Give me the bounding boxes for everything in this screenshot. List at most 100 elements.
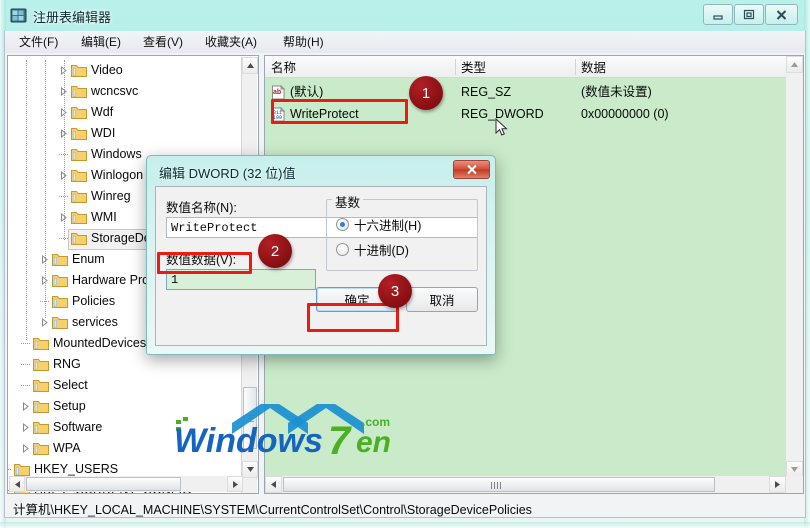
tree-item-software[interactable]: Software <box>8 417 240 438</box>
tree-item-select[interactable]: Select <box>8 375 240 396</box>
maximize-button[interactable] <box>734 4 764 25</box>
radio-hexadecimal[interactable] <box>336 218 349 231</box>
tree-item-wcncsvc[interactable]: wcncsvc <box>8 81 240 102</box>
step-badge-2: 2 <box>258 234 292 268</box>
folder-icon <box>71 84 87 98</box>
folder-icon <box>52 252 68 266</box>
tree-hscroll-thumb[interactable] <box>26 477 181 491</box>
list-scroll-left-button[interactable] <box>265 476 282 493</box>
menu-file[interactable]: 文件(F) <box>13 34 64 51</box>
window-bottom-edge <box>0 522 810 528</box>
tree-item-label: Policies <box>72 294 116 308</box>
tree-item-label: Video <box>91 63 123 77</box>
folder-icon <box>33 441 49 455</box>
chevron-up-icon <box>791 62 798 67</box>
tree-scroll-up-button[interactable] <box>242 57 258 74</box>
status-path: 计算机\HKEY_LOCAL_MACHINE\SYSTEM\CurrentCon… <box>13 503 532 517</box>
tree-item-rng[interactable]: RNG <box>8 354 240 375</box>
tree-item-label: WDI <box>91 126 116 140</box>
folder-icon <box>71 63 87 77</box>
dialog-title: 编辑 DWORD (32 位)值 <box>159 166 296 181</box>
list-hscroll-thumb[interactable] <box>283 477 715 492</box>
tree-item-wpa[interactable]: WPA <box>8 438 240 459</box>
window-title: 注册表编辑器 <box>33 10 112 25</box>
folder-icon <box>71 189 87 203</box>
tree-item-label: WMI <box>91 210 117 224</box>
menu-bar: 文件(F) 编辑(E) 查看(V) 收藏夹(A) 帮助(H) <box>4 31 806 53</box>
folder-icon <box>71 210 87 224</box>
tree-item-label: Enum <box>72 252 105 266</box>
tree-item-label: Wdf <box>91 105 114 119</box>
value-type: REG_SZ <box>461 85 512 99</box>
list-scroll-right-button[interactable] <box>769 476 786 493</box>
list-horizontal-scrollbar[interactable] <box>265 476 803 493</box>
tree-item-label: Winlogon <box>91 168 144 182</box>
annotation-box-writeprotect <box>271 99 408 124</box>
folder-icon <box>71 147 87 161</box>
menu-view[interactable]: 查看(V) <box>137 34 189 51</box>
tree-guide-line <box>26 60 27 340</box>
tree-scroll-thumb[interactable] <box>243 387 257 449</box>
registry-editor-window: 注册表编辑器 文件(F) 编辑(E) 查看(V) 收藏夹(A) 帮助(H) Vi… <box>0 0 810 528</box>
values-column-header: 名称 类型 数据 <box>265 56 787 78</box>
step-badge-3: 3 <box>378 274 412 308</box>
title-bar: 注册表编辑器 <box>0 0 810 32</box>
chevron-down-icon <box>791 467 798 472</box>
tree-guide-line <box>64 60 65 240</box>
tree-item-wdf[interactable]: Wdf <box>8 102 240 123</box>
dialog-close-button[interactable] <box>453 160 490 179</box>
svg-text:ab: ab <box>273 89 281 96</box>
chevron-left-icon <box>271 481 276 488</box>
folder-icon <box>71 168 87 182</box>
column-header-data[interactable]: 数据 <box>575 59 787 77</box>
list-scroll-up-button[interactable] <box>786 56 803 73</box>
tree-expander-icon[interactable] <box>21 423 30 432</box>
folder-icon <box>52 273 68 287</box>
maximize-icon <box>743 9 755 20</box>
close-icon <box>776 9 787 20</box>
close-button[interactable] <box>765 4 798 25</box>
tree-item-wdi[interactable]: WDI <box>8 123 240 144</box>
tree-expander-icon[interactable] <box>21 402 30 411</box>
tree-expander-icon[interactable] <box>40 318 49 327</box>
annotation-box-value-data <box>157 252 252 274</box>
radio-hexadecimal-label[interactable]: 十六进制(H) <box>354 215 421 234</box>
tree-horizontal-scrollbar[interactable] <box>9 476 243 492</box>
cancel-button[interactable]: 取消 <box>406 287 478 312</box>
tree-item-label: Select <box>53 378 88 392</box>
tree-connector <box>21 343 30 344</box>
tree-connector <box>21 385 30 386</box>
column-header-type[interactable]: 类型 <box>455 59 575 77</box>
tree-item-label: RNG <box>53 357 81 371</box>
tree-connector <box>8 469 11 470</box>
list-vertical-scrollbar[interactable] <box>786 56 803 478</box>
tree-expander-icon[interactable] <box>21 444 30 453</box>
tree-connector <box>21 364 30 365</box>
minimize-icon <box>713 14 723 20</box>
menu-edit[interactable]: 编辑(E) <box>75 34 127 51</box>
radio-decimal[interactable] <box>336 243 349 256</box>
menu-favorites[interactable]: 收藏夹(A) <box>199 34 263 51</box>
tree-scroll-down-button[interactable] <box>242 461 258 478</box>
folder-icon <box>71 105 87 119</box>
tree-item-label: Windows <box>91 147 142 161</box>
value-data: 0x00000000 (0) <box>581 107 669 121</box>
menu-help[interactable]: 帮助(H) <box>277 34 330 51</box>
column-header-name[interactable]: 名称 <box>265 59 455 77</box>
folder-icon <box>33 420 49 434</box>
chevron-up-icon <box>246 63 254 68</box>
base-group-label: 基数 <box>332 192 364 211</box>
folder-icon <box>52 294 68 308</box>
radio-decimal-label[interactable]: 十进制(D) <box>354 240 409 259</box>
tree-item-setup[interactable]: Setup <box>8 396 240 417</box>
tree-item-label: MountedDevices <box>53 336 147 350</box>
tree-item-video[interactable]: Video <box>8 60 240 81</box>
tree-scroll-right-button[interactable] <box>227 476 243 492</box>
minimize-button[interactable] <box>703 4 733 25</box>
step-badge-1: 1 <box>409 76 443 110</box>
folder-icon <box>33 378 49 392</box>
tree-item-label: Winreg <box>91 189 131 203</box>
tree-scroll-left-button[interactable] <box>9 476 25 492</box>
close-icon <box>466 164 477 175</box>
tree-item-label: Software <box>53 420 103 434</box>
